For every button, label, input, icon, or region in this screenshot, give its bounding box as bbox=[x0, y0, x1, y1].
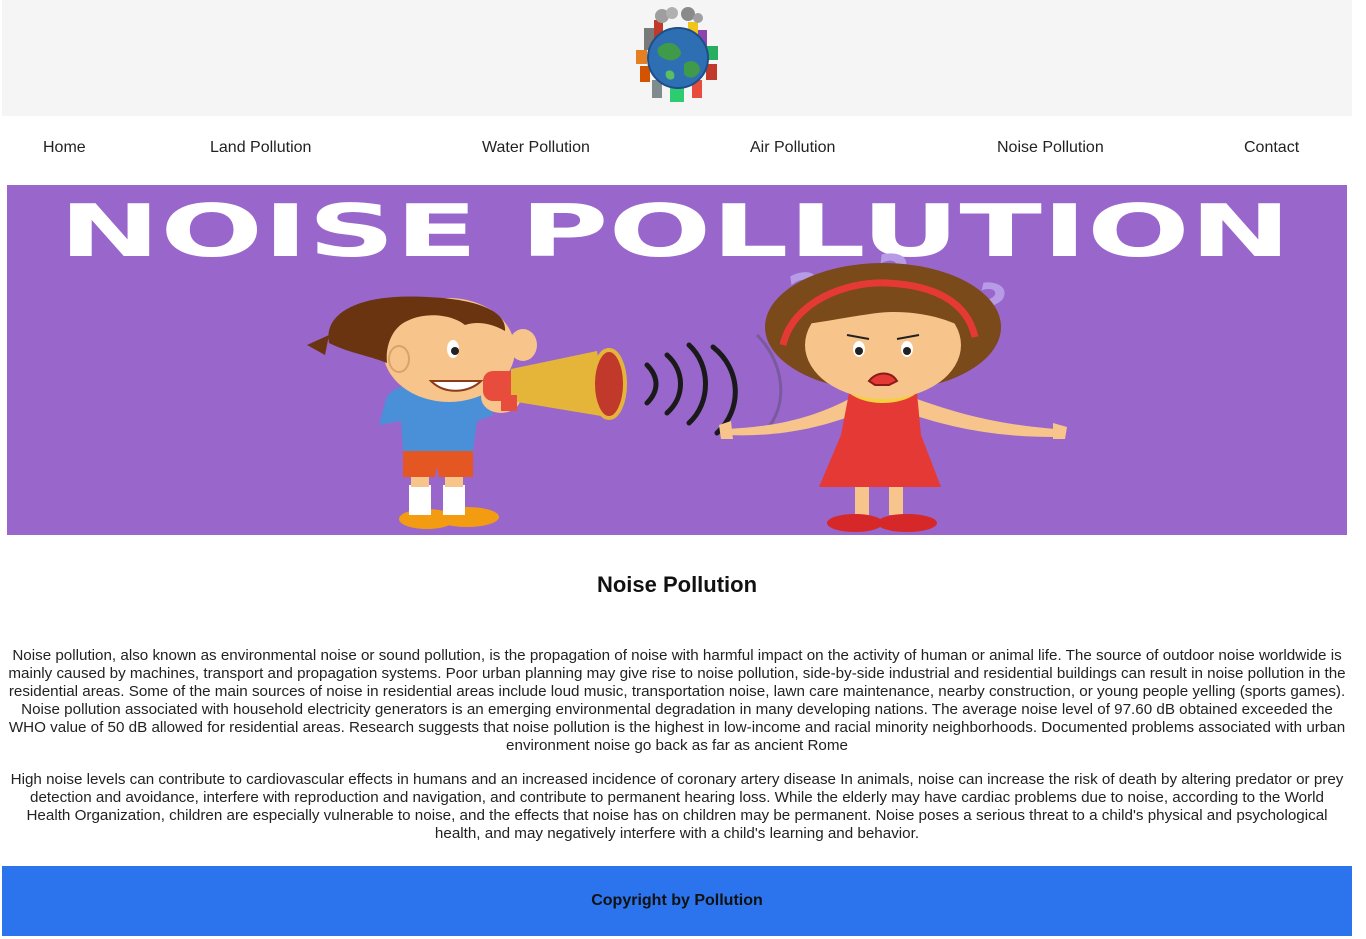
nav-link-land-pollution[interactable]: Land Pollution bbox=[210, 138, 311, 158]
noise-pollution-banner: NOISE POLLUTION ? ? ? bbox=[7, 185, 1347, 535]
content-paragraph-1: Noise pollution, also known as environme… bbox=[8, 647, 1346, 754]
logo-bar bbox=[2, 0, 1352, 116]
nav-link-contact[interactable]: Contact bbox=[1244, 138, 1299, 158]
nav-link-home[interactable]: Home bbox=[43, 138, 86, 158]
globe-pollution-logo-icon[interactable] bbox=[626, 6, 730, 108]
nav-link-noise-pollution[interactable]: Noise Pollution bbox=[997, 138, 1104, 158]
banner-illustration: NOISE POLLUTION ? ? ? bbox=[7, 185, 1347, 535]
footer: Copyright by Pollution bbox=[2, 866, 1352, 936]
nav-link-air-pollution[interactable]: Air Pollution bbox=[750, 138, 835, 158]
copyright-text: Copyright by Pollution bbox=[591, 892, 763, 909]
content-paragraph-2: High noise levels can contribute to card… bbox=[10, 771, 1344, 842]
nav-link-water-pollution[interactable]: Water Pollution bbox=[482, 138, 590, 158]
page-title: Noise Pollution bbox=[596, 572, 758, 597]
main-nav: Home Land Pollution Water Pollution Air … bbox=[0, 116, 1366, 184]
page: Home Land Pollution Water Pollution Air … bbox=[0, 0, 1366, 939]
banner-title: NOISE POLLUTION bbox=[59, 189, 1291, 273]
